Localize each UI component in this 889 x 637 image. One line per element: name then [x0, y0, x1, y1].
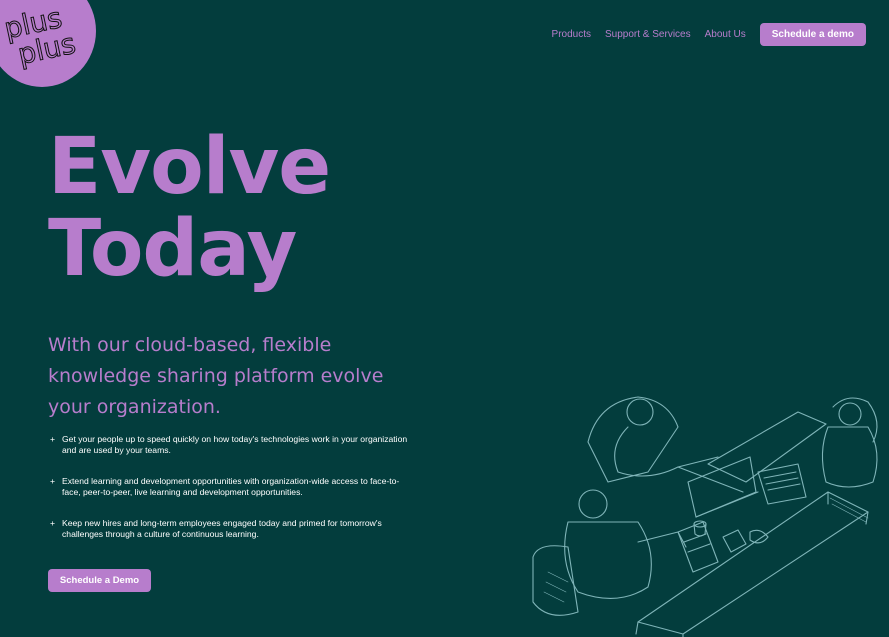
nav-products[interactable]: Products — [552, 29, 591, 40]
hero-subhead: With our cloud-based, flexible knowledge… — [48, 334, 384, 418]
schedule-demo-button[interactable]: Schedule a Demo — [48, 569, 151, 592]
plusplus-logo[interactable]: plus plus — [0, 0, 96, 87]
chair-left — [587, 396, 679, 483]
plus-icon: + — [50, 434, 56, 444]
nav-support-services[interactable]: Support & Services — [605, 29, 691, 40]
person-head-right — [838, 402, 862, 426]
benefit-item: + Get your people up to speed quickly on… — [50, 434, 410, 456]
headline-line-1: Evolve — [48, 122, 331, 212]
person-head-bottom — [578, 489, 608, 519]
nav-about-us[interactable]: About Us — [705, 29, 746, 40]
schedule-demo-nav-button[interactable]: Schedule a demo — [759, 22, 866, 46]
headline-line-2: Today — [48, 204, 297, 294]
plus-icon: + — [50, 476, 56, 486]
benefit-text: Keep new hires and long-term employees e… — [62, 518, 382, 539]
top-nav: Products Support & Services About Us Sch… — [552, 22, 866, 46]
hero-headline: Evolve Today — [48, 122, 331, 294]
benefit-text: Extend learning and development opportun… — [62, 476, 400, 497]
benefit-item: + Keep new hires and long-term employees… — [50, 518, 410, 540]
plus-icon: + — [50, 518, 56, 528]
table-outline — [637, 491, 869, 635]
benefit-text: Get your people up to speed quickly on h… — [62, 434, 408, 455]
person-head — [626, 398, 654, 426]
benefits-list: + Get your people up to speed quickly on… — [50, 434, 410, 560]
benefit-item: + Extend learning and development opport… — [50, 476, 410, 498]
laptop — [687, 456, 757, 518]
tablet — [677, 521, 719, 573]
back-table-outline — [707, 411, 827, 483]
team-collaboration-illustration — [532, 396, 878, 637]
